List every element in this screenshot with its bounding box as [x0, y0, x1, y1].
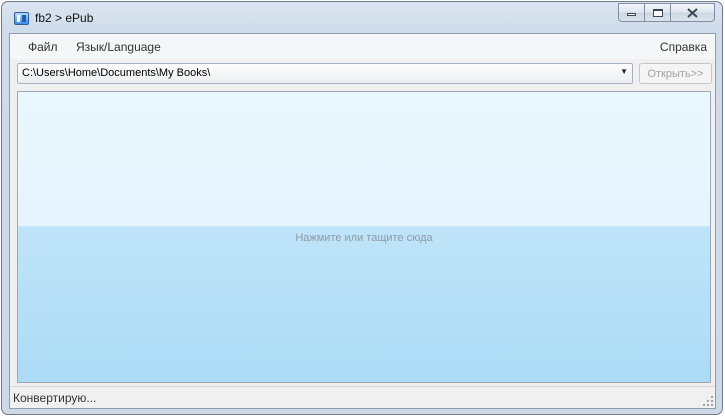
menu-language[interactable]: Язык/Language: [76, 40, 161, 54]
status-text: Конвертирую...: [13, 391, 97, 405]
minimize-icon: [627, 13, 636, 16]
minimize-button[interactable]: [618, 3, 645, 22]
close-button[interactable]: [670, 3, 715, 22]
open-button[interactable]: Открыть>>: [639, 63, 712, 84]
window-title: fb2 > ePub: [35, 11, 94, 25]
app-window: fb2 > ePub Файл Язык/Language Справка C:…: [1, 1, 723, 415]
client-area: Файл Язык/Language Справка C:\Users\Home…: [9, 33, 716, 409]
menu-bar: Файл Язык/Language Справка: [10, 34, 715, 59]
menu-help[interactable]: Справка: [660, 40, 707, 54]
title-bar[interactable]: fb2 > ePub: [2, 2, 722, 33]
caption-buttons: [618, 3, 715, 22]
close-icon: [687, 7, 698, 18]
menu-file[interactable]: Файл: [28, 40, 58, 54]
maximize-button[interactable]: [644, 3, 671, 22]
path-value: C:\Users\Home\Documents\My Books\: [22, 67, 211, 79]
path-combobox[interactable]: C:\Users\Home\Documents\My Books\ ▼: [17, 63, 633, 84]
dropdown-arrow-icon[interactable]: ▼: [620, 67, 628, 76]
size-grip-icon[interactable]: [702, 395, 713, 406]
app-icon[interactable]: [14, 12, 29, 25]
maximize-icon: [652, 8, 663, 17]
drop-hint: Нажмите или тащите сюда: [295, 232, 433, 244]
drop-zone[interactable]: Нажмите или тащите сюда: [17, 91, 711, 383]
status-bar: Конвертирую...: [10, 386, 715, 408]
